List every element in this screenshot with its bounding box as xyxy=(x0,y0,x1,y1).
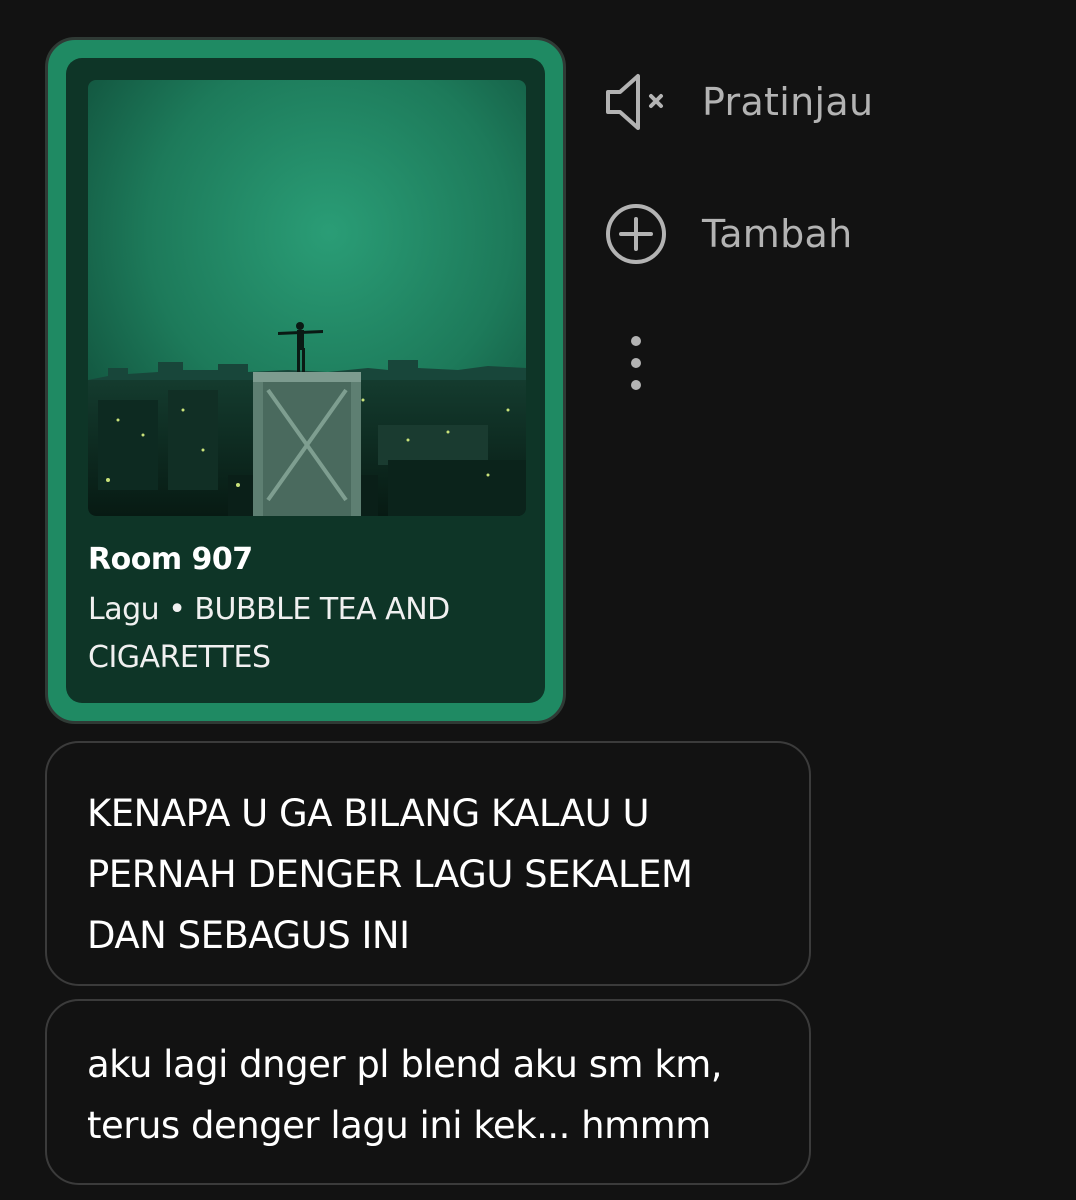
message-text: KENAPA U GA BILANG KALAU U PERNAH DENGER… xyxy=(87,792,693,957)
preview-button[interactable]: Pratinjau xyxy=(600,66,873,138)
song-card-body: Room 907 Lagu • BUBBLE TEA AND CIGARETTE… xyxy=(66,58,545,703)
message-bubble[interactable]: aku lagi dnger pl blend aku sm km, terus… xyxy=(45,999,811,1185)
speaker-muted-icon xyxy=(600,66,672,138)
add-label: Tambah xyxy=(702,212,853,256)
plus-circle-icon xyxy=(600,198,672,270)
add-button[interactable]: Tambah xyxy=(600,198,853,270)
message-bubble[interactable]: KENAPA U GA BILANG KALAU U PERNAH DENGER… xyxy=(45,741,811,986)
more-options-button[interactable] xyxy=(612,330,660,396)
chat-screen: Room 907 Lagu • BUBBLE TEA AND CIGARETTE… xyxy=(0,0,1076,1200)
shared-song-card[interactable]: Room 907 Lagu • BUBBLE TEA AND CIGARETTE… xyxy=(45,37,566,724)
more-vertical-icon xyxy=(631,336,641,390)
album-artwork xyxy=(88,80,526,516)
song-title: Room 907 xyxy=(88,542,253,577)
song-subtitle: Lagu • BUBBLE TEA AND CIGARETTES xyxy=(88,592,450,675)
message-text: aku lagi dnger pl blend aku sm km, terus… xyxy=(87,1043,723,1147)
preview-label: Pratinjau xyxy=(702,80,874,124)
